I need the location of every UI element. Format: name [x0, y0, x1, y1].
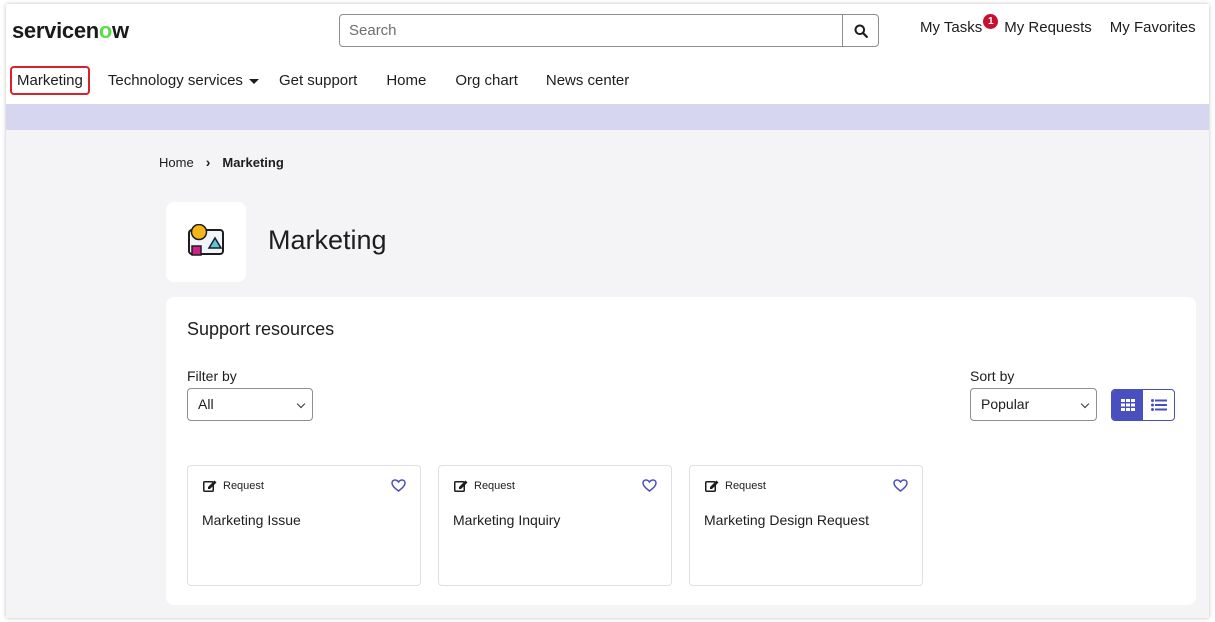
item-name: Marketing Issue [202, 512, 301, 528]
filter-label: Filter by [187, 368, 237, 384]
nav-item-label: Technology services [107, 72, 243, 89]
catalog-item-card[interactable]: Request Marketing Inquiry [438, 465, 672, 586]
page-title: Marketing [268, 225, 387, 255]
heart-icon[interactable] [391, 479, 406, 492]
grid-view-icon [1120, 399, 1135, 411]
edit-request-icon [705, 480, 719, 492]
search-icon [854, 24, 868, 38]
main-nav: Marketing Technology services Get suppor… [10, 66, 629, 95]
support-resources-panel: Support resources Filter by All Sort by … [166, 297, 1196, 605]
item-type-label: Request [223, 480, 264, 492]
item-type-label: Request [725, 480, 766, 492]
section-heading: Support resources [187, 319, 335, 339]
banner-band [6, 104, 1209, 130]
list-view-button[interactable] [1143, 390, 1174, 420]
edit-request-icon [454, 480, 468, 492]
chevron-down-icon [1080, 399, 1090, 409]
tasks-count-badge: 1 [983, 14, 999, 29]
nav-item-get-support[interactable]: Get support [279, 72, 357, 89]
caret-down-icon [248, 78, 259, 84]
filter-value: All [198, 396, 214, 412]
chevron-right-icon: › [205, 154, 211, 170]
nav-item-home[interactable]: Home [386, 72, 426, 89]
grid-view-button[interactable] [1112, 390, 1143, 420]
item-name: Marketing Design Request [704, 512, 869, 528]
item-type: Request [705, 480, 766, 492]
search-button[interactable] [842, 15, 878, 46]
breadcrumb-current: Marketing [222, 154, 284, 170]
filter-select[interactable]: All [187, 388, 313, 421]
sort-select[interactable]: Popular [970, 388, 1097, 421]
my-tasks-link[interactable]: My Tasks 1 [920, 14, 999, 36]
heart-icon[interactable] [893, 479, 908, 492]
my-requests-link[interactable]: My Requests [1004, 19, 1092, 36]
logo-text-end: w [112, 18, 129, 43]
category-icon-tile [166, 202, 246, 282]
sort-label: Sort by [970, 368, 1015, 384]
breadcrumb: Home › Marketing [159, 154, 284, 170]
list-view-icon [1150, 399, 1167, 411]
catalog-item-card[interactable]: Request Marketing Design Request [689, 465, 923, 586]
nav-item-news-center[interactable]: News center [546, 72, 629, 89]
catalog-item-card[interactable]: Request Marketing Issue [187, 465, 421, 586]
logo-text: servicen [12, 18, 99, 43]
my-favorites-link[interactable]: My Favorites [1110, 19, 1196, 36]
my-tasks-label: My Tasks [920, 19, 983, 36]
edit-request-icon [203, 480, 217, 492]
nav-item-org-chart[interactable]: Org chart [455, 72, 518, 89]
heart-icon[interactable] [642, 479, 657, 492]
logo-o: o [98, 18, 113, 43]
breadcrumb-home[interactable]: Home [159, 155, 194, 170]
item-name: Marketing Inquiry [453, 512, 561, 528]
item-type: Request [203, 480, 264, 492]
top-links: My Tasks 1 My Requests My Favorites [920, 14, 1196, 36]
servicenow-logo[interactable]: servicenow [12, 18, 129, 44]
search-bar [339, 14, 879, 47]
nav-item-technology-services[interactable]: Technology services [108, 72, 259, 89]
item-type-label: Request [474, 480, 515, 492]
header: servicenow My Tasks 1 My Requests My Fav… [6, 4, 1209, 104]
sort-value: Popular [981, 396, 1030, 412]
view-toggle [1111, 389, 1175, 421]
search-input[interactable] [340, 15, 842, 46]
chevron-down-icon [296, 399, 306, 409]
item-type: Request [454, 480, 515, 492]
app-window: servicenow My Tasks 1 My Requests My Fav… [6, 4, 1209, 618]
marketing-category-icon [188, 224, 224, 256]
nav-item-marketing[interactable]: Marketing [10, 66, 90, 95]
